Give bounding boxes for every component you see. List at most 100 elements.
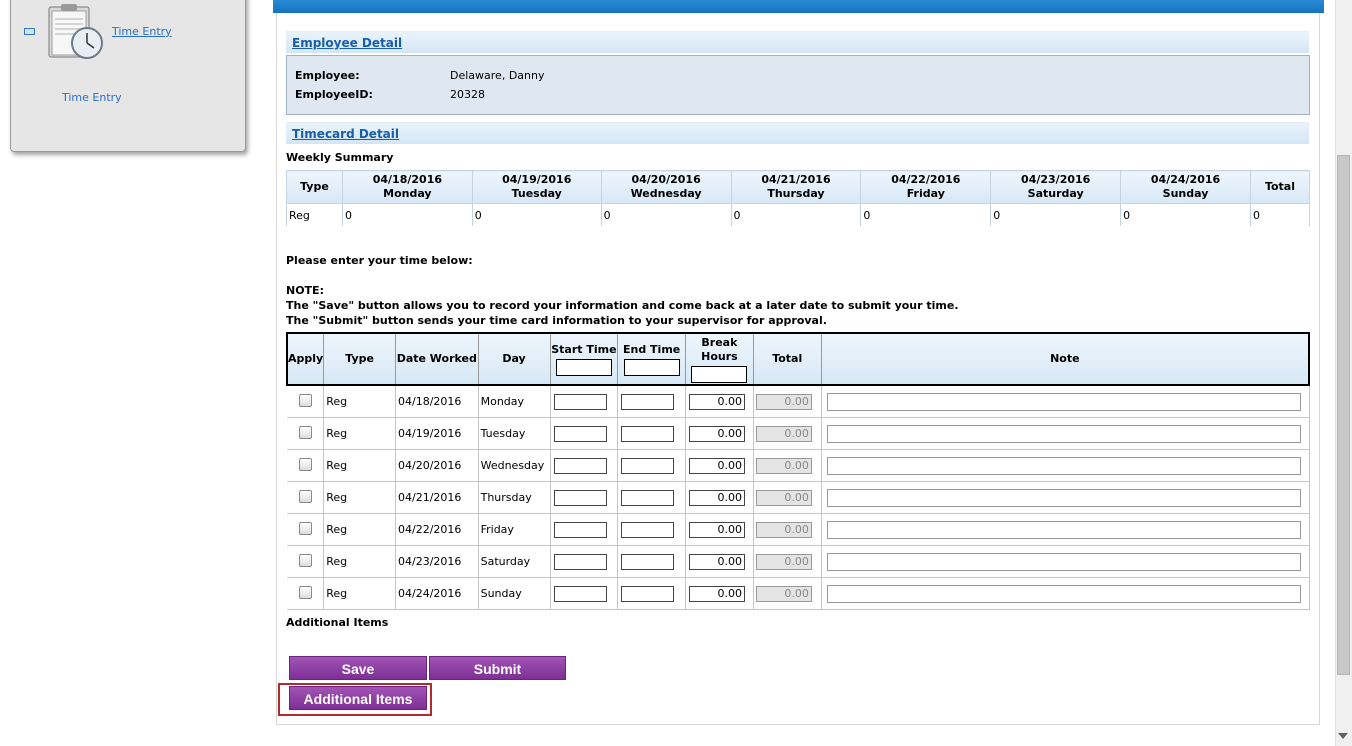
apply-checkbox[interactable] xyxy=(298,585,312,599)
employee-detail-header: Employee Detail xyxy=(286,31,1309,53)
row-date: 04/19/2016 xyxy=(395,417,479,450)
header-type: Type xyxy=(323,332,396,386)
header-break-hours: Break Hours xyxy=(685,332,754,386)
weekly-value: 0 xyxy=(990,203,1122,226)
break-hours-input[interactable]: 0.00 xyxy=(689,521,745,538)
start-time-input[interactable] xyxy=(553,425,607,442)
apply-checkbox[interactable] xyxy=(298,425,312,439)
break-hours-input[interactable]: 0.00 xyxy=(689,457,745,474)
start-time-input[interactable] xyxy=(553,457,607,474)
header-end-time: End Time xyxy=(617,332,686,386)
end-time-input[interactable] xyxy=(621,457,675,474)
apply-checkbox[interactable] xyxy=(298,457,312,471)
weekly-header-type: Type xyxy=(286,170,343,204)
break-hours-input[interactable]: 0.00 xyxy=(689,553,745,570)
end-time-input[interactable] xyxy=(621,553,675,570)
weekly-summary-label: Weekly Summary xyxy=(286,151,394,164)
entry-prompt: Please enter your time below: xyxy=(286,254,473,267)
start-time-input[interactable] xyxy=(553,553,607,570)
header-date-worked: Date Worked xyxy=(395,332,479,386)
time-entry-sublink[interactable]: Time Entry xyxy=(62,91,122,104)
weekly-header-day: 04/21/2016 Thursday xyxy=(730,170,862,204)
weekly-type: Reg xyxy=(286,203,343,226)
break-hours-input[interactable]: 0.00 xyxy=(689,425,745,442)
weekly-header-day: 04/22/2016 Friday xyxy=(860,170,992,204)
table-row: Reg 04/19/2016 Tuesday 0.00 0.00 xyxy=(287,417,1310,450)
row-date: 04/18/2016 xyxy=(395,385,479,418)
apply-checkbox[interactable] xyxy=(298,393,312,407)
end-time-input[interactable] xyxy=(621,521,675,538)
note-input[interactable] xyxy=(826,520,1301,539)
start-time-fill-input[interactable] xyxy=(555,358,612,376)
break-hours-fill-input[interactable] xyxy=(691,365,748,383)
note-input[interactable] xyxy=(826,552,1301,571)
weekly-header-day: 04/19/2016 Tuesday xyxy=(471,170,602,204)
row-type: Reg xyxy=(323,545,396,578)
employee-detail-box xyxy=(286,55,1310,115)
note-input[interactable] xyxy=(826,424,1301,443)
apply-checkbox[interactable] xyxy=(298,521,312,535)
row-type: Reg xyxy=(323,385,396,418)
break-hours-input[interactable]: 0.00 xyxy=(689,489,745,506)
header-start-time: Start Time xyxy=(549,332,618,386)
row-day: Sunday xyxy=(477,577,550,610)
note-label: NOTE: xyxy=(286,284,324,297)
end-time-input[interactable] xyxy=(621,425,675,442)
total-field: 0.00 xyxy=(755,393,812,410)
submit-button[interactable]: Submit xyxy=(429,656,566,680)
row-date: 04/24/2016 xyxy=(395,577,479,610)
weekly-header-total: Total xyxy=(1249,170,1311,204)
row-type: Reg xyxy=(323,513,396,546)
weekly-value: 0 xyxy=(471,203,602,226)
start-time-input[interactable] xyxy=(553,393,607,410)
employee-detail-link[interactable]: Employee Detail xyxy=(292,36,402,50)
break-hours-input[interactable]: 0.00 xyxy=(689,393,745,410)
break-hours-input[interactable]: 0.00 xyxy=(689,585,745,602)
apply-checkbox[interactable] xyxy=(298,553,312,567)
note-input[interactable] xyxy=(826,392,1301,411)
timecard-detail-link[interactable]: Timecard Detail xyxy=(292,127,399,141)
row-type: Reg xyxy=(323,481,396,514)
header-apply: Apply xyxy=(286,332,324,386)
timecard-detail-header: Timecard Detail xyxy=(286,122,1309,144)
row-day: Friday xyxy=(477,513,550,546)
header-total: Total xyxy=(752,332,822,386)
row-date: 04/22/2016 xyxy=(395,513,479,546)
total-field: 0.00 xyxy=(755,425,812,442)
apply-checkbox[interactable] xyxy=(298,489,312,503)
row-day: Monday xyxy=(477,385,550,418)
note-save: The "Save" button allows you to record y… xyxy=(286,299,959,312)
note-input[interactable] xyxy=(826,488,1301,507)
note-submit: The "Submit" button sends your time card… xyxy=(286,314,827,327)
weekly-header-day: 04/20/2016 Wednesday xyxy=(600,170,732,204)
employee-id-value: 20328 xyxy=(450,88,485,101)
scrollbar-thumb[interactable] xyxy=(1337,155,1350,675)
note-input[interactable] xyxy=(826,456,1301,475)
time-entry-table: Apply Type Date Worked Day Start Time En… xyxy=(286,332,1310,610)
end-time-fill-input[interactable] xyxy=(623,358,680,376)
total-field: 0.00 xyxy=(755,457,812,474)
weekly-value: 0 xyxy=(600,203,732,226)
save-button[interactable]: Save xyxy=(289,656,427,680)
row-type: Reg xyxy=(323,449,396,482)
weekly-header-day: 04/23/2016 Saturday xyxy=(990,170,1122,204)
collapse-icon[interactable] xyxy=(24,28,35,35)
row-date: 04/21/2016 xyxy=(395,481,479,514)
end-time-input[interactable] xyxy=(621,393,675,410)
start-time-input[interactable] xyxy=(553,489,607,506)
total-field: 0.00 xyxy=(755,489,812,506)
row-day: Wednesday xyxy=(477,449,550,482)
time-entry-link[interactable]: Time Entry xyxy=(112,25,172,38)
table-row: Reg 04/23/2016 Saturday 0.00 0.00 xyxy=(287,545,1310,578)
start-time-input[interactable] xyxy=(553,585,607,602)
weekly-total: 0 xyxy=(1249,203,1311,226)
end-time-input[interactable] xyxy=(621,489,675,506)
start-time-input[interactable] xyxy=(553,521,607,538)
row-date: 04/23/2016 xyxy=(395,545,479,578)
scroll-down-arrow-icon[interactable] xyxy=(1338,733,1348,739)
additional-items-button[interactable]: Additional Items xyxy=(289,686,427,710)
end-time-input[interactable] xyxy=(621,585,675,602)
clipboard-clock-icon xyxy=(48,4,103,59)
note-input[interactable] xyxy=(826,584,1301,603)
header-bar xyxy=(273,0,1324,13)
